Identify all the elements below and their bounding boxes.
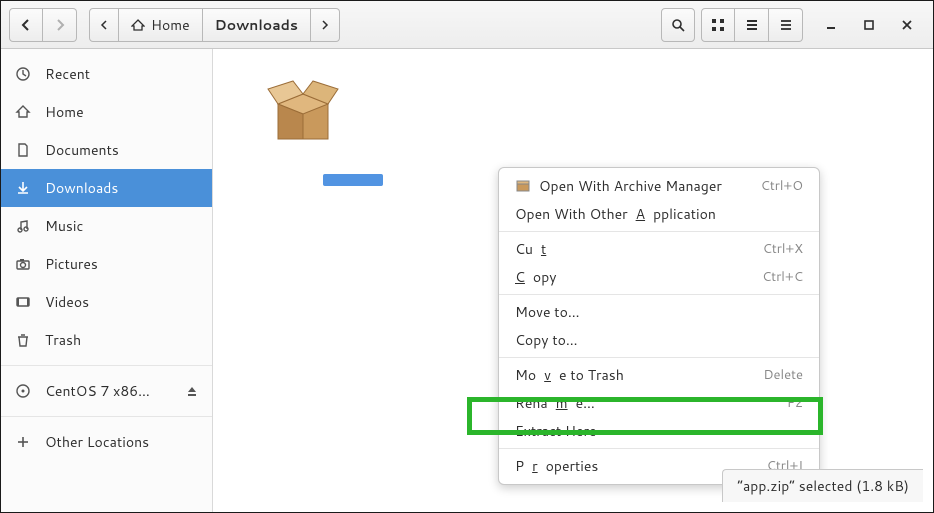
context-menu-item-label: Copy to… <box>515 330 803 350</box>
context-menu-item-10[interactable]: Rename…F2 <box>499 389 819 417</box>
sidebar-item-pictures[interactable]: Pictures <box>1 245 212 283</box>
search-button[interactable] <box>661 8 695 42</box>
path-current-label: Downloads <box>215 15 298 35</box>
context-menu-item-6[interactable]: Move to… <box>499 298 819 326</box>
path-prev-button[interactable] <box>89 8 119 42</box>
sidebar-item-label: Pictures <box>45 254 98 274</box>
path-current[interactable]: Downloads <box>203 8 311 42</box>
pathbar: Home Downloads <box>89 8 340 42</box>
status-bar: “app.zip” selected (1.8 kB) <box>722 469 923 502</box>
context-menu-separator <box>499 448 819 449</box>
sidebar-item-recent[interactable]: Recent <box>1 55 212 93</box>
context-menu-item-4[interactable]: CopyCtrl+C <box>499 263 819 291</box>
context-menu-item-3[interactable]: CutCtrl+X <box>499 235 819 263</box>
sidebar-item-home[interactable]: Home <box>1 93 212 131</box>
download-icon <box>15 180 31 196</box>
home-icon <box>15 104 31 120</box>
home-icon <box>131 18 145 32</box>
clock-icon <box>15 66 31 82</box>
window-controls <box>821 15 917 35</box>
hamburger-icon <box>779 18 793 32</box>
file-item[interactable] <box>263 69 353 149</box>
sidebar-item-label: Videos <box>45 292 89 312</box>
titlebar: Home Downloads <box>1 1 933 49</box>
sidebar-item-label: CentOS 7 x86… <box>45 381 150 401</box>
context-menu-item-9[interactable]: Move to TrashDelete <box>499 361 819 389</box>
maximize-button[interactable] <box>859 15 879 35</box>
archive-icon <box>263 69 343 149</box>
context-menu-item-label: Copy <box>515 267 762 287</box>
context-menu-item-1[interactable]: Open With Other Application <box>499 200 819 228</box>
context-menu-item-label: Open With Archive Manager <box>515 176 761 196</box>
sidebar: Recent Home Documents Downloads Music Pi… <box>1 49 213 512</box>
view-buttons <box>701 8 803 42</box>
status-text: “app.zip” selected (1.8 kB) <box>737 476 909 496</box>
grid-icon <box>711 18 725 32</box>
context-menu-shortcut: Ctrl+C <box>762 268 803 286</box>
sidebar-item-label: Home <box>45 102 84 122</box>
document-icon <box>15 142 31 158</box>
context-menu-item-11[interactable]: Extract Here <box>499 417 819 445</box>
context-menu-item-label: Rename… <box>515 393 787 413</box>
context-menu-separator <box>499 231 819 232</box>
sidebar-item-videos[interactable]: Videos <box>1 283 212 321</box>
body: Recent Home Documents Downloads Music Pi… <box>1 49 933 512</box>
minimize-icon <box>825 19 837 31</box>
plus-icon <box>15 434 31 450</box>
path-home[interactable]: Home <box>119 8 203 42</box>
video-icon <box>15 294 31 310</box>
sidebar-item-label: Other Locations <box>45 432 149 452</box>
sidebar-separator <box>1 365 212 366</box>
eject-icon[interactable] <box>186 385 198 397</box>
context-menu-item-label: Open With Other Application <box>515 204 803 224</box>
nav-buttons <box>9 8 77 42</box>
context-menu-separator <box>499 357 819 358</box>
sidebar-item-trash[interactable]: Trash <box>1 321 212 359</box>
sidebar-item-label: Downloads <box>45 178 118 198</box>
trash-icon <box>15 332 31 348</box>
sidebar-item-music[interactable]: Music <box>1 207 212 245</box>
disc-icon <box>15 383 31 399</box>
sidebar-item-other-locations[interactable]: Other Locations <box>1 423 212 461</box>
close-button[interactable] <box>897 15 917 35</box>
sidebar-item-device[interactable]: CentOS 7 x86… <box>1 372 212 410</box>
path-home-label: Home <box>151 15 190 35</box>
view-grid-button[interactable] <box>701 8 735 42</box>
sidebar-separator <box>1 416 212 417</box>
context-menu-shortcut: Delete <box>763 366 803 384</box>
list-icon <box>745 18 759 32</box>
music-icon <box>15 218 31 234</box>
file-manager-window: Home Downloads <box>0 0 934 513</box>
sidebar-item-label: Recent <box>45 64 90 84</box>
sidebar-item-label: Documents <box>45 140 119 160</box>
sidebar-item-documents[interactable]: Documents <box>1 131 212 169</box>
hamburger-button[interactable] <box>769 8 803 42</box>
maximize-icon <box>863 19 875 31</box>
minimize-button[interactable] <box>821 15 841 35</box>
context-menu-item-label: Cut <box>515 239 763 259</box>
content-area[interactable]: Open With Archive ManagerCtrl+OOpen With… <box>213 49 933 512</box>
context-menu: Open With Archive ManagerCtrl+OOpen With… <box>498 167 820 485</box>
sidebar-item-downloads[interactable]: Downloads <box>1 169 212 207</box>
camera-icon <box>15 256 31 272</box>
context-menu-item-label: Move to… <box>515 302 803 322</box>
forward-button[interactable] <box>43 8 77 42</box>
context-menu-item-label: Extract Here <box>515 421 803 441</box>
context-menu-shortcut: Ctrl+X <box>763 240 803 258</box>
context-menu-shortcut: Ctrl+O <box>761 177 803 195</box>
close-icon <box>901 19 913 31</box>
file-label-selected <box>323 174 383 186</box>
context-menu-item-0[interactable]: Open With Archive ManagerCtrl+O <box>499 172 819 200</box>
back-button[interactable] <box>9 8 43 42</box>
sidebar-item-label: Trash <box>45 330 81 350</box>
context-menu-item-label: Move to Trash <box>515 365 763 385</box>
context-menu-shortcut: F2 <box>787 394 803 412</box>
view-menu-button[interactable] <box>735 8 769 42</box>
path-next-button[interactable] <box>311 8 340 42</box>
context-menu-separator <box>499 294 819 295</box>
context-menu-item-7[interactable]: Copy to… <box>499 326 819 354</box>
sidebar-item-label: Music <box>45 216 83 236</box>
search-icon <box>671 18 685 32</box>
